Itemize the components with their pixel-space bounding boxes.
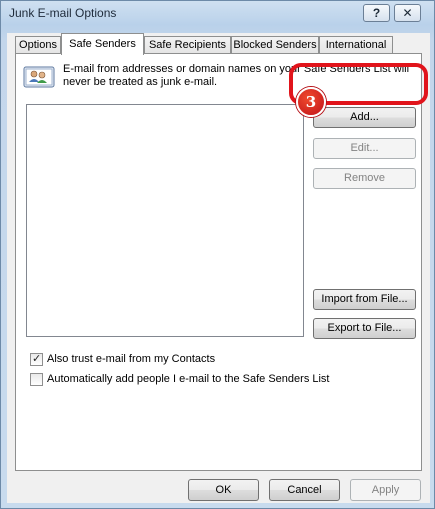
remove-button[interactable]: Remove	[313, 168, 416, 189]
add-button[interactable]: Add...	[313, 107, 416, 128]
window-title: Junk E-mail Options	[9, 6, 117, 20]
safe-senders-list[interactable]	[26, 104, 304, 337]
people-card-icon	[23, 65, 55, 89]
apply-button[interactable]: Apply	[350, 479, 421, 501]
edit-button[interactable]: Edit...	[313, 138, 416, 159]
title-bar[interactable]: Junk E-mail Options ? ✕	[1, 1, 434, 27]
ok-button[interactable]: OK	[188, 479, 259, 501]
import-from-file-button[interactable]: Import from File...	[313, 289, 416, 310]
step-number-badge: 3	[296, 87, 326, 117]
tab-safe-senders[interactable]: Safe Senders	[61, 33, 144, 55]
auto-add-label: Automatically add people I e-mail to the…	[47, 373, 330, 385]
junk-email-options-dialog: Junk E-mail Options ? ✕ Options Safe Sen…	[0, 0, 435, 509]
trust-contacts-label: Also trust e-mail from my Contacts	[47, 353, 216, 365]
cancel-button[interactable]: Cancel	[269, 479, 340, 501]
close-button[interactable]: ✕	[394, 4, 421, 22]
export-to-file-button[interactable]: Export to File...	[313, 318, 416, 339]
trust-contacts-checkbox[interactable]: ✓	[30, 353, 43, 366]
help-button[interactable]: ?	[363, 4, 390, 22]
checkmark-icon: ✓	[32, 353, 42, 365]
safe-senders-panel: E-mail from addresses or domain names on…	[15, 53, 422, 471]
auto-add-checkbox[interactable]	[30, 373, 43, 386]
